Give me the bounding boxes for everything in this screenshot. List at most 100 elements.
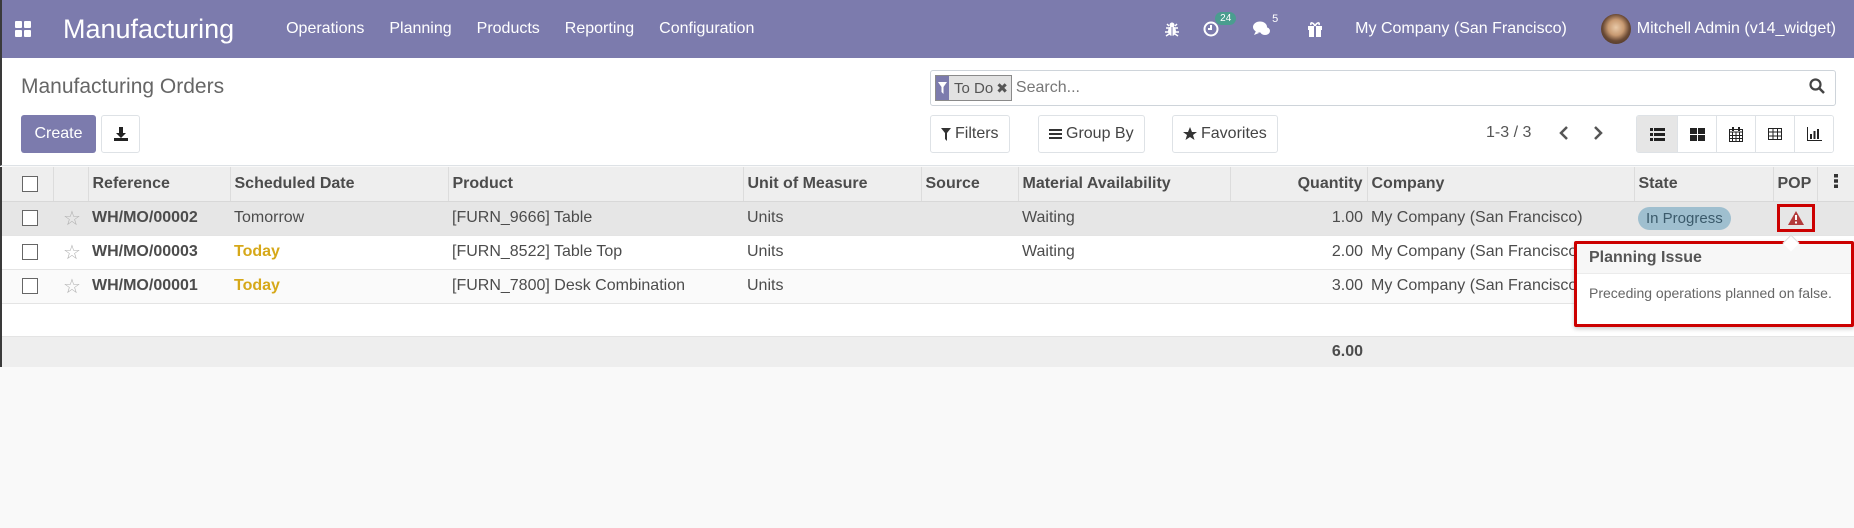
row-checkbox[interactable]	[22, 277, 38, 294]
total-quantity: 6.00	[1230, 336, 1367, 367]
table-footer-row: 6.00	[2, 336, 1854, 367]
filter-icon	[941, 127, 951, 141]
column-header-state[interactable]: State	[1634, 167, 1774, 202]
row-trailing-cell	[1817, 201, 1854, 236]
download-icon	[113, 127, 128, 141]
column-header-scheduled-date[interactable]: Scheduled Date	[230, 167, 449, 202]
star-outline-icon[interactable]: ☆	[63, 242, 81, 264]
row-checkbox[interactable]	[22, 243, 38, 260]
cell-product: [FURN_9666] Table	[448, 201, 743, 236]
filters-button[interactable]: Filters	[930, 115, 1010, 153]
search-input[interactable]	[1015, 79, 1809, 97]
menu-planning[interactable]: Planning	[389, 20, 451, 38]
view-graph-button[interactable]	[1794, 116, 1833, 152]
kanban-icon	[1689, 127, 1705, 141]
messages-count-badge: 5	[1272, 13, 1279, 25]
pager-next-button[interactable]	[1586, 121, 1610, 145]
planning-issue-popover: Planning Issue Preceding operations plan…	[1574, 234, 1854, 327]
menu-products[interactable]: Products	[477, 20, 540, 38]
cell-product: [FURN_8522] Table Top	[448, 235, 743, 270]
optional-columns-toggle[interactable]	[1817, 167, 1854, 202]
column-header-company[interactable]: Company	[1367, 167, 1635, 202]
cell-availability: Waiting	[1018, 201, 1230, 236]
app-name[interactable]: Manufacturing	[63, 14, 234, 45]
cell-quantity: 3.00	[1230, 269, 1367, 304]
cell-state: In Progress	[1634, 201, 1773, 236]
main-menu: Operations Planning Products Reporting C…	[286, 20, 779, 38]
chat-icon[interactable]: 5	[1253, 13, 1278, 37]
cell-reference: WH/MO/00001	[88, 269, 230, 304]
row-select-cell	[2, 235, 53, 270]
column-header-quantity[interactable]: Quantity	[1230, 167, 1368, 202]
filter-icon	[936, 76, 949, 100]
row-favorite-cell: ☆	[53, 201, 88, 236]
cell-scheduled-date: Tomorrow	[230, 201, 448, 236]
cell-uom: Units	[743, 201, 921, 236]
star-outline-icon[interactable]: ☆	[63, 208, 81, 230]
table-header-row: Reference Scheduled Date Product Unit of…	[2, 167, 1854, 202]
favorites-button[interactable]: Favorites	[1172, 115, 1278, 153]
export-button[interactable]	[101, 115, 140, 153]
star-outline-icon[interactable]: ☆	[63, 276, 81, 298]
debug-bug-icon[interactable]	[1165, 21, 1180, 37]
table-row[interactable]: ☆ WH/MO/00002 Tomorrow [FURN_9666] Table…	[2, 201, 1854, 236]
column-header-source[interactable]: Source	[921, 167, 1019, 202]
search-icon[interactable]	[1809, 77, 1825, 99]
cell-uom: Units	[743, 235, 921, 270]
view-calendar-button[interactable]	[1716, 116, 1755, 152]
row-select-cell	[2, 269, 53, 304]
cell-uom: Units	[743, 269, 921, 304]
top-navbar: Manufacturing Operations Planning Produc…	[0, 0, 1854, 58]
pager-value[interactable]: 1-3 / 3	[1486, 124, 1531, 142]
control-panel: Manufacturing Orders Create To Do ✖ Filt…	[0, 58, 1854, 166]
pager-previous-button[interactable]	[1552, 121, 1576, 145]
chevron-right-icon	[1594, 126, 1603, 140]
group-by-button[interactable]: Group By	[1038, 115, 1145, 153]
activity-clock-icon[interactable]: 24	[1203, 12, 1237, 37]
facet-remove-icon[interactable]: ✖	[996, 76, 1011, 100]
user-menu[interactable]: Mitchell Admin (v14_widget)	[1637, 20, 1836, 38]
cell-availability	[1018, 269, 1230, 304]
cell-source	[921, 269, 1018, 304]
cell-pop	[1773, 201, 1817, 236]
search-bar: To Do ✖	[930, 70, 1836, 106]
column-header-pop[interactable]: POP	[1773, 167, 1818, 202]
list-icon	[1649, 127, 1665, 141]
cell-product: [FURN_7800] Desk Combination	[448, 269, 743, 304]
row-favorite-cell: ☆	[53, 269, 88, 304]
select-all-checkbox[interactable]	[22, 175, 38, 192]
view-list-button[interactable]	[1637, 116, 1677, 152]
row-select-cell	[2, 201, 53, 236]
select-all-header[interactable]	[2, 167, 54, 202]
calendar-icon	[1729, 126, 1743, 142]
cell-availability: Waiting	[1018, 235, 1230, 270]
page-title: Manufacturing Orders	[21, 75, 225, 98]
menu-reporting[interactable]: Reporting	[565, 20, 634, 38]
avatar[interactable]	[1600, 14, 1631, 44]
view-kanban-button[interactable]	[1677, 116, 1716, 152]
row-checkbox[interactable]	[22, 209, 38, 226]
create-button[interactable]: Create	[21, 115, 96, 153]
favorite-column-header	[53, 167, 89, 202]
menu-configuration[interactable]: Configuration	[659, 20, 754, 38]
gift-icon[interactable]	[1307, 21, 1323, 37]
planning-issue-highlight[interactable]	[1777, 204, 1815, 232]
cell-scheduled-date: Today	[230, 269, 448, 304]
systray: 24 5 My Company (San Francisco) Mitchell…	[1153, 0, 1854, 58]
chevron-left-icon	[1559, 126, 1568, 140]
column-header-uom[interactable]: Unit of Measure	[743, 167, 922, 202]
view-switcher	[1636, 115, 1834, 153]
popover-body: Preceding operations planned on false.	[1589, 285, 1832, 301]
apps-menu-icon[interactable]	[15, 21, 31, 37]
table-icon	[1768, 128, 1782, 140]
column-header-availability[interactable]: Material Availability	[1018, 167, 1231, 202]
column-header-reference[interactable]: Reference	[88, 167, 231, 202]
search-facet-todo[interactable]: To Do ✖	[935, 75, 1012, 101]
cell-company: My Company (San Francisco)	[1367, 201, 1634, 236]
view-pivot-button[interactable]	[1755, 116, 1794, 152]
cell-source	[921, 201, 1018, 236]
column-header-product[interactable]: Product	[448, 167, 744, 202]
warning-triangle-icon[interactable]	[1788, 211, 1804, 225]
company-switcher[interactable]: My Company (San Francisco)	[1355, 20, 1567, 38]
menu-operations[interactable]: Operations	[286, 20, 364, 38]
